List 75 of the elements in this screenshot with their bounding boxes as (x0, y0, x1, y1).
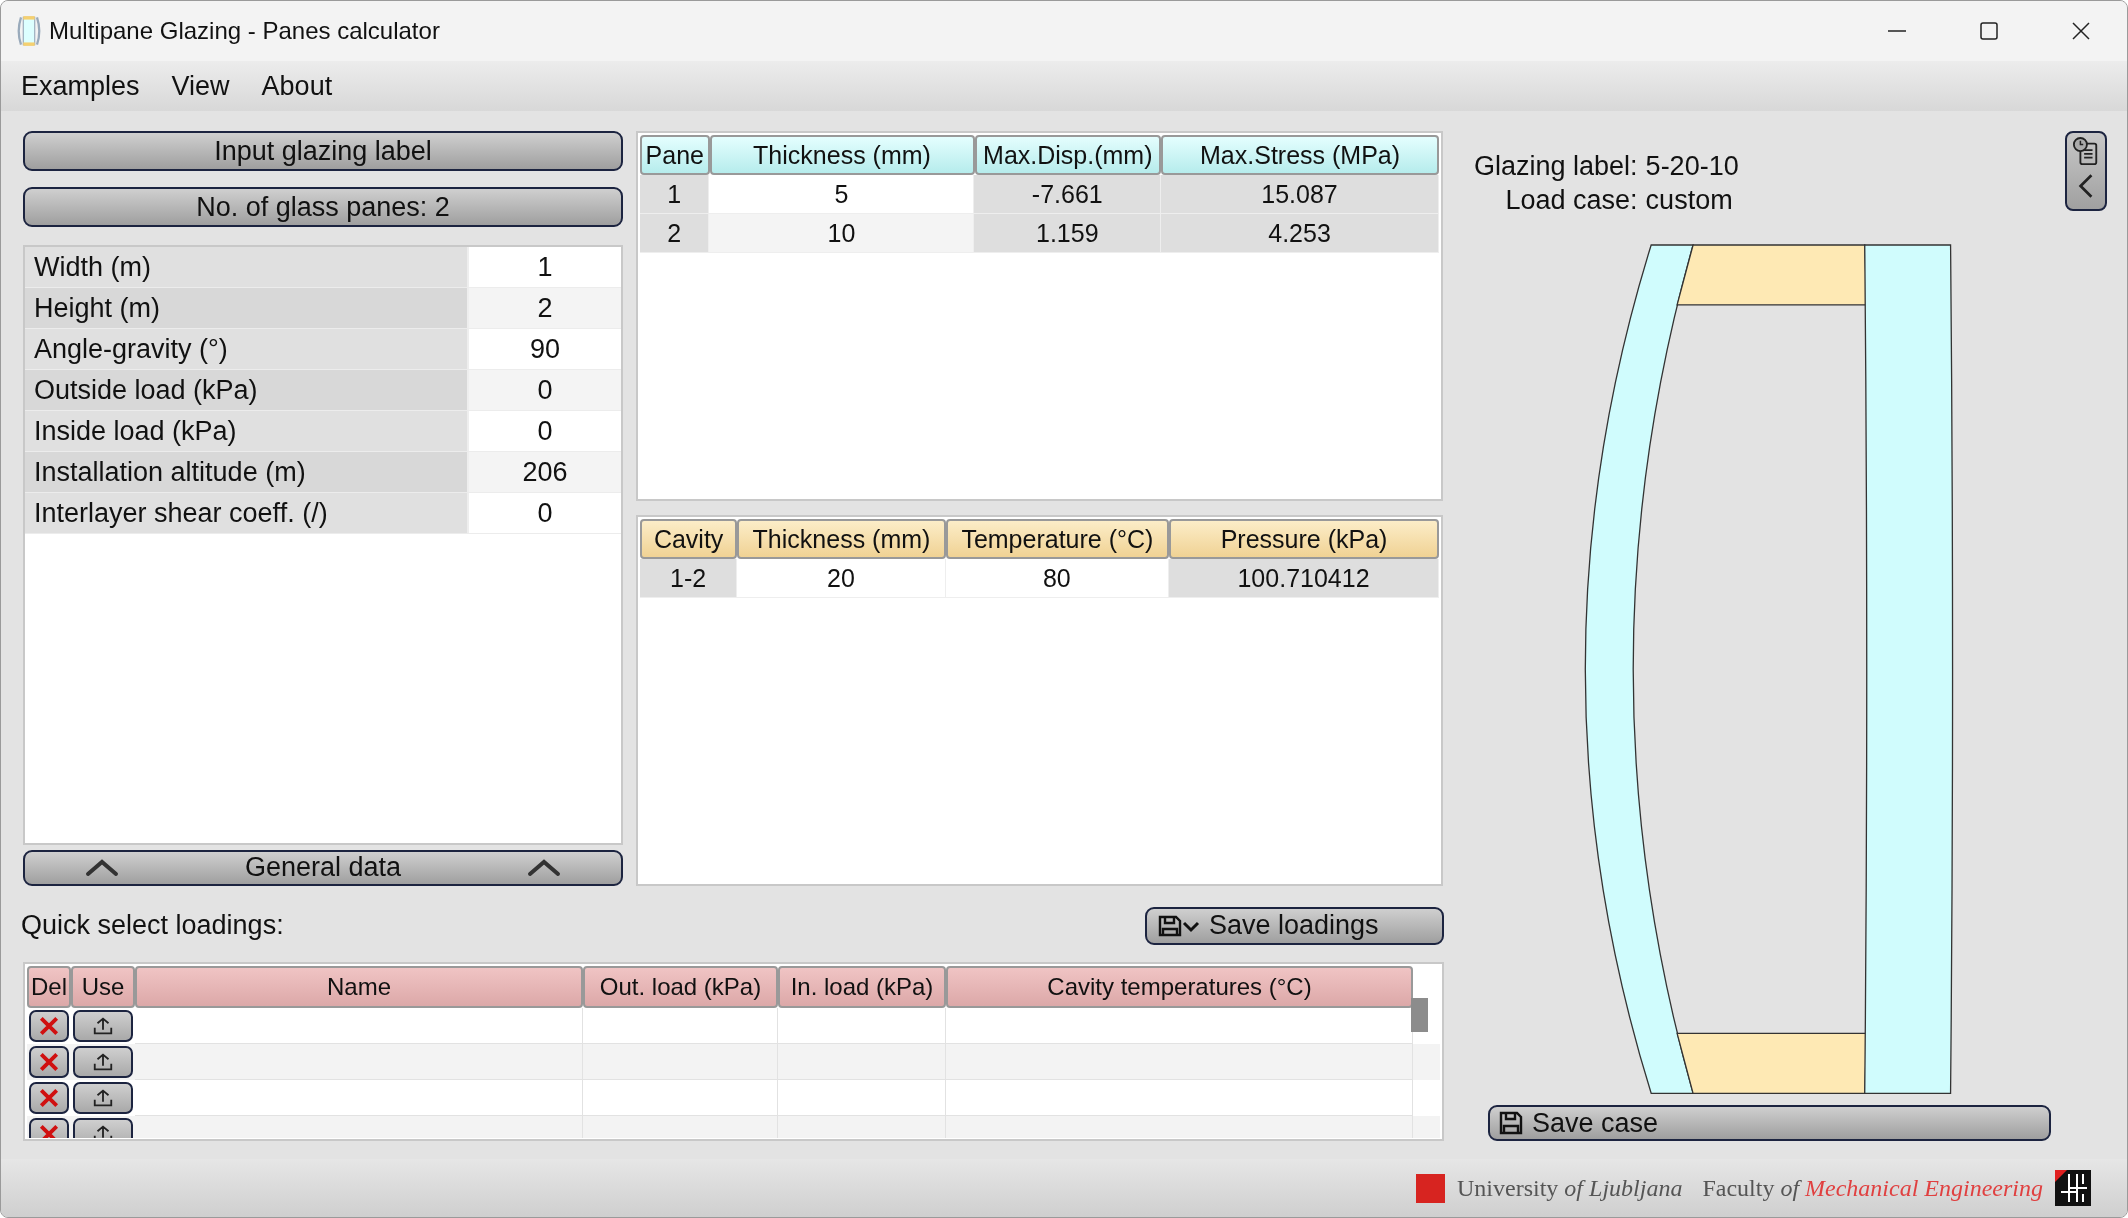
column-header: Name (135, 965, 583, 1008)
save-case-button[interactable]: Save case (1488, 1105, 2051, 1141)
faculty-field: Mechanical Engineering (1805, 1174, 2043, 1202)
delete-x-icon (38, 1122, 60, 1138)
table-cell: 1-2 (640, 559, 738, 598)
column-header: Temperature (°C) (945, 519, 1170, 559)
parameter-label: Angle-gravity (°) (25, 329, 467, 369)
close-icon (2071, 21, 2091, 41)
delete-button[interactable] (29, 1081, 69, 1114)
delete-button[interactable] (29, 1045, 69, 1078)
column-header: Cavity (640, 519, 738, 559)
save-loadings-button[interactable]: Save loadings (1145, 906, 1444, 945)
general-data-button[interactable]: General data (23, 849, 623, 886)
input-glazing-label-button[interactable]: Input glazing label (23, 131, 623, 171)
table-cell: 5 (709, 175, 975, 214)
parameter-label: Installation altitude (m) (25, 452, 467, 492)
column-header: Cavity temperatures (°C) (946, 965, 1413, 1008)
summary-value: custom (1645, 185, 1734, 217)
column-header: Out. load (kPa) (583, 965, 778, 1008)
chevron-up-icon (85, 857, 119, 878)
maximize-icon (1979, 21, 1999, 41)
menu-item[interactable]: About (261, 70, 333, 102)
glass-panes-button[interactable]: No. of glass panes: 2 (23, 187, 623, 227)
table-cell: 10 (709, 214, 975, 253)
summary-label: Glazing label: (1474, 151, 1638, 183)
scrollbar-thumb[interactable] (1411, 997, 1428, 1032)
column-header: Del (27, 965, 71, 1008)
chevron-up-icon (527, 857, 561, 878)
column-header: In. load (kPa) (778, 965, 946, 1008)
delete-x-icon (38, 1050, 60, 1073)
menu-item[interactable]: View (171, 70, 230, 102)
university-logo-icon (1416, 1173, 1446, 1203)
table-cell: 15.087 (1161, 175, 1439, 214)
delete-x-icon (38, 1014, 60, 1037)
menu-item[interactable]: Examples (21, 70, 140, 102)
table-cell: 80 (945, 559, 1170, 598)
table-cell: 20 (737, 559, 946, 598)
column-header: Pane (640, 135, 710, 175)
column-header: Use (71, 965, 135, 1008)
table-cell: 100.710412 (1169, 559, 1439, 598)
parameter-label: Height (m) (25, 288, 467, 328)
section-title: Quick select loadings: (21, 910, 284, 942)
table-cell: 1 (640, 175, 710, 214)
parameter-value-field[interactable]: 206 (467, 452, 621, 492)
column-header: Thickness (mm) (709, 135, 975, 175)
university-name: University of Ljubljana (1457, 1174, 1683, 1202)
minimize-icon (1887, 30, 1907, 32)
use-button[interactable] (73, 1045, 133, 1078)
save-icon (1498, 1110, 1524, 1137)
parameter-value-field[interactable]: 0 (467, 370, 621, 410)
column-header: Pressure (kPa) (1169, 519, 1439, 559)
table-cell: 4.253 (1161, 214, 1439, 253)
app-icon (15, 15, 43, 47)
faculty-logo-icon (2055, 1170, 2091, 1206)
parameter-value-field[interactable]: 2 (467, 288, 621, 328)
use-button[interactable] (73, 1009, 133, 1042)
side-panel-button[interactable] (2065, 131, 2107, 211)
table-cell: 1.159 (974, 214, 1162, 253)
use-button[interactable] (73, 1081, 133, 1114)
summary-label: Load case: (1504, 185, 1638, 217)
chevron-left-icon (2077, 171, 2095, 201)
window-title: Multipane Glazing - Panes calculator (49, 17, 440, 45)
delete-button[interactable] (29, 1009, 69, 1042)
table-cell: -7.661 (974, 175, 1162, 214)
parameter-label: Interlayer shear coeff. (/) (25, 493, 467, 533)
parameter-label: Inside load (kPa) (25, 411, 467, 451)
delete-x-icon (38, 1086, 60, 1109)
parameter-label: Outside load (kPa) (25, 370, 467, 410)
column-header: Max.Disp.(mm) (974, 135, 1162, 175)
parameter-label: Width (m) (25, 247, 467, 287)
summary-value: 5-20-10 (1645, 151, 1739, 183)
column-header: Max.Stress (MPa) (1161, 135, 1439, 175)
table-cell: 2 (640, 214, 710, 253)
faculty-name: Faculty of (1702, 1174, 1800, 1202)
column-header: Thickness (mm) (737, 519, 946, 559)
